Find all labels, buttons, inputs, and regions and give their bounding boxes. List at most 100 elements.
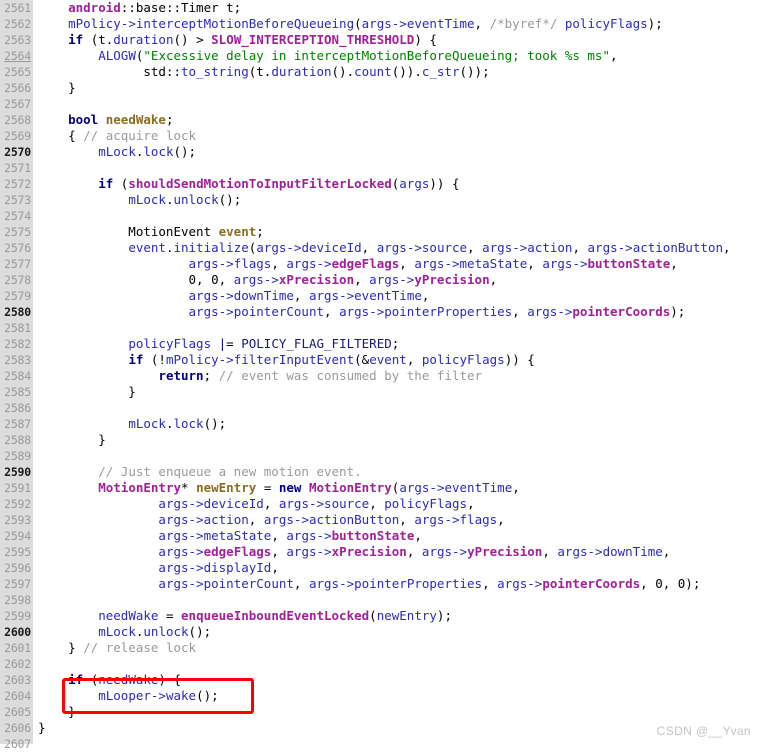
code-line[interactable]: 2595 args->edgeFlags, args->xPrecision, …	[0, 544, 765, 560]
line-number: 2562	[4, 17, 31, 31]
line-number: 2564	[4, 49, 31, 63]
line-source: args->displayId,	[38, 560, 278, 576]
code-line[interactable]: 2561 android::base::Timer t;	[0, 0, 765, 16]
code-token: mLock	[128, 192, 166, 207]
code-line[interactable]: 2571	[0, 160, 765, 176]
code-line[interactable]: 2604 mLooper->wake();	[0, 688, 765, 704]
code-token: }	[38, 80, 76, 95]
code-line[interactable]: 2596 args->displayId,	[0, 560, 765, 576]
code-token: ,	[512, 304, 528, 319]
code-token: c_str	[421, 64, 460, 79]
code-line[interactable]: 2589	[0, 448, 765, 464]
code-lines-container[interactable]: 2561 android::base::Timer t; 2562 mPolicy…	[0, 0, 765, 751]
code-token: args	[158, 512, 189, 527]
code-token: args	[286, 544, 317, 559]
code-token: ->	[218, 288, 234, 303]
code-token: needWake	[98, 608, 159, 623]
line-number: 2577	[4, 257, 31, 271]
code-line[interactable]: 2564 ALOGW("Excessive delay in intercept…	[0, 48, 765, 64]
code-line[interactable]: 2581	[0, 320, 765, 336]
code-token: policyFlags	[384, 496, 468, 511]
line-number: 2598	[4, 593, 31, 607]
code-line[interactable]: 2579 args->downTime, args->eventTime,	[0, 288, 765, 304]
code-line[interactable]: 2565 std::to_string(t.duration().count()…	[0, 64, 765, 80]
code-line[interactable]: 2605 }	[0, 704, 765, 720]
code-line[interactable]: 2569 { // acquire lock	[0, 128, 765, 144]
code-token: ->	[218, 256, 234, 271]
line-number: 2580	[4, 305, 31, 319]
code-token: ->	[188, 560, 204, 575]
code-line[interactable]: 2568 bool needWake;	[0, 112, 765, 128]
code-line[interactable]: 2563 if (t.duration() > SLOW_INTERCEPTIO…	[0, 32, 765, 48]
code-token: args	[286, 256, 317, 271]
code-line[interactable]: 2600 mLock.unlock();	[0, 624, 765, 640]
code-token: args	[376, 240, 407, 255]
code-line[interactable]: 2585 }	[0, 384, 765, 400]
code-line[interactable]: 2573 mLock.unlock();	[0, 192, 765, 208]
code-line[interactable]: 2602	[0, 656, 765, 672]
code-token: }	[38, 720, 46, 735]
code-line[interactable]: 2566 }	[0, 80, 765, 96]
code-token: (t.	[83, 32, 114, 47]
code-line[interactable]: 2597 args->pointerCount, args->pointerPr…	[0, 576, 765, 592]
code-line[interactable]: 2593 args->action, args->actionButton, a…	[0, 512, 765, 528]
line-number: 2575	[4, 225, 31, 239]
code-token: )) {	[504, 352, 535, 367]
code-line[interactable]: 2599 needWake = enqueueInboundEventLocke…	[0, 608, 765, 624]
code-line[interactable]: 2601 } // release lock	[0, 640, 765, 656]
code-line[interactable]: 2572 if (shouldSendMotionToInputFilterLo…	[0, 176, 765, 192]
line-number: 2576	[4, 241, 31, 255]
line-number: 2594	[4, 529, 31, 543]
code-token: ->	[286, 240, 302, 255]
line-number: 2597	[4, 577, 31, 591]
code-line[interactable]: 2580 args->pointerCount, args->pointerPr…	[0, 304, 765, 320]
code-token: (!	[143, 352, 166, 367]
code-token: source	[421, 240, 468, 255]
code-line[interactable]: 2603 if (needWake) {	[0, 672, 765, 688]
code-token: ->	[150, 688, 166, 703]
code-token: ->	[218, 352, 234, 367]
code-line[interactable]: 2577 args->flags, args->edgeFlags, args-…	[0, 256, 765, 272]
code-line[interactable]: 2570 mLock.lock();	[0, 144, 765, 160]
code-line[interactable]: 2562 mPolicy->interceptMotionBeforeQueue…	[0, 16, 765, 32]
code-line[interactable]: 2582 policyFlags |= POLICY_FLAG_FILTERED…	[0, 336, 765, 352]
code-line[interactable]: 2574	[0, 208, 765, 224]
line-source: } // release lock	[38, 640, 196, 656]
line-source: args->pointerCount, args->pointerPropert…	[38, 576, 700, 592]
code-token: ;	[165, 112, 174, 127]
code-line[interactable]: 2586	[0, 400, 765, 416]
line-number: 2568	[4, 113, 31, 127]
code-token: eventTime	[444, 480, 513, 495]
code-line[interactable]: 2584 return; // event was consumed by th…	[0, 368, 765, 384]
code-line[interactable]: 2575 MotionEvent event;	[0, 224, 765, 240]
code-line[interactable]: 2590 // Just enqueue a new motion event.	[0, 464, 765, 480]
code-token: args	[158, 496, 189, 511]
line-number: 2605	[4, 705, 31, 719]
code-line[interactable]: 2591 MotionEntry* newEntry = new MotionE…	[0, 480, 765, 496]
code-token: eventTime	[406, 16, 475, 31]
code-token: ,	[609, 48, 618, 63]
code-line[interactable]: 2583 if (!mPolicy->filterInputEvent(&eve…	[0, 352, 765, 368]
code-token: ,	[324, 304, 340, 319]
code-token: newEntry	[376, 608, 437, 623]
code-line[interactable]: 2592 args->deviceId, args->source, polic…	[0, 496, 765, 512]
code-token: args	[421, 544, 452, 559]
code-line[interactable]: 2576 event.initialize(args->deviceId, ar…	[0, 240, 765, 256]
code-token: shouldSendMotionToInputFilterLocked	[128, 176, 392, 191]
code-line[interactable]: 2606}	[0, 720, 765, 736]
code-line[interactable]: 2578 0, 0, args->xPrecision, args->yPrec…	[0, 272, 765, 288]
code-line[interactable]: 2587 mLock.lock();	[0, 416, 765, 432]
code-line[interactable]: 2607	[0, 736, 765, 752]
code-line[interactable]: 2594 args->metaState, args->buttonState,	[0, 528, 765, 544]
code-line[interactable]: 2588 }	[0, 432, 765, 448]
line-number: 2600	[4, 625, 31, 639]
code-line[interactable]: 2598	[0, 592, 765, 608]
code-token: ()).	[391, 64, 422, 79]
code-line[interactable]: 2567	[0, 96, 765, 112]
code-token: eventTime	[354, 288, 422, 303]
line-source: event.initialize(args->deviceId, args->s…	[38, 240, 731, 256]
code-token: buttonState	[587, 256, 671, 271]
code-token: xPrecision	[331, 544, 407, 559]
code-token: ,	[723, 240, 731, 255]
